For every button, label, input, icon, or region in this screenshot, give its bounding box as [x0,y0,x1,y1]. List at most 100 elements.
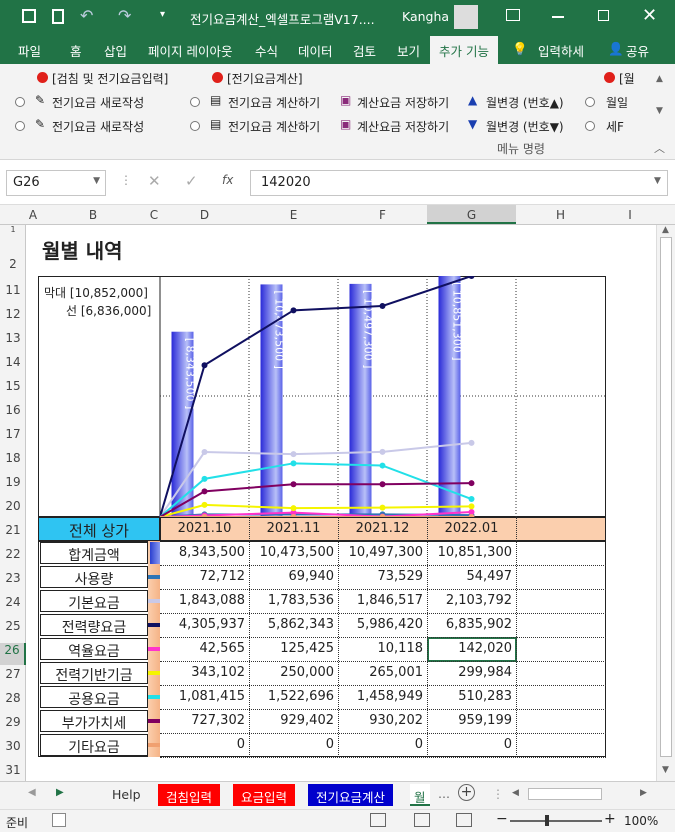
hscroll-left-icon[interactable]: ◀ [512,788,519,798]
column-header[interactable]: C [148,208,160,222]
row-header[interactable]: 26 [0,643,26,665]
scroll-thumb[interactable] [660,237,672,757]
name-box[interactable]: G26 ▼ [6,170,106,196]
avatar[interactable] [454,5,478,29]
add-sheet-icon[interactable]: + [458,784,475,801]
row-header[interactable]: 29 [0,715,26,729]
row-header[interactable]: 16 [0,403,26,417]
table-cell[interactable]: 8,343,500 [160,541,249,565]
option-radio[interactable] [585,97,595,107]
column-header[interactable]: I [605,208,655,222]
table-cell[interactable]: 0 [338,733,427,757]
row-header[interactable]: 11 [0,283,26,297]
option-radio[interactable] [15,97,25,107]
column-header[interactable]: D [160,208,249,222]
table-cell[interactable]: 250,000 [249,661,338,685]
option-radio[interactable] [190,121,200,131]
tell-me-input[interactable]: 입력하세 [538,41,584,60]
row-header[interactable]: 19 [0,475,26,489]
table-cell[interactable]: 343,102 [160,661,249,685]
tab-addins[interactable]: 추가 기능 [430,36,498,64]
month-up-button[interactable]: 월변경 (번호▲) [486,94,564,111]
table-cell[interactable]: 6,835,902 [427,613,516,637]
row-header[interactable]: 17 [0,427,26,441]
table-cell[interactable]: 42,565 [160,637,249,661]
tab-formulas[interactable]: 수식 [255,41,278,60]
column-header[interactable]: F [338,208,427,222]
table-cell[interactable]: 0 [427,733,516,757]
zoom-level[interactable]: 100% [624,814,658,828]
tax-cut-button[interactable]: 세F [606,118,624,135]
macro-icon[interactable] [52,813,66,827]
ribbon-scroll-up-icon[interactable]: ▲ [656,74,663,84]
column-header[interactable]: H [516,208,605,222]
vertical-scrollbar[interactable]: ▲ ▼ [656,225,675,781]
table-cell[interactable]: 54,497 [427,565,516,589]
row-header[interactable]: 25 [0,619,26,633]
row-header[interactable]: 18 [0,451,26,465]
row-header[interactable]: 15 [0,379,26,393]
calc-bill-button[interactable]: 전기요금 계산하기 [228,94,320,111]
share-icon[interactable]: 👤 [608,41,624,57]
collapse-ribbon-icon[interactable]: ︿ [654,140,665,156]
month-down-button[interactable]: 월변경 (번호▼) [486,118,564,135]
column-header[interactable]: E [249,208,338,222]
table-cell[interactable]: 10,118 [338,637,427,661]
undo-icon[interactable]: ↶ [80,6,93,25]
tab-data[interactable]: 데이터 [298,41,333,60]
table-cell[interactable]: 2,103,792 [427,589,516,613]
table-cell[interactable]: 125,425 [249,637,338,661]
save-bill-button-2[interactable]: 계산요금 저장하기 [357,118,449,135]
scroll-up-icon[interactable]: ▲ [662,225,669,235]
row-header[interactable]: 24 [0,595,26,609]
row-header[interactable]: 28 [0,691,26,705]
tab-home[interactable]: 홈 [70,41,82,60]
page-break-view-icon[interactable] [456,813,472,827]
table-cell[interactable]: 959,199 [427,709,516,733]
table-cell[interactable]: 69,940 [249,565,338,589]
worksheet[interactable]: 월별 내역 [ 8,343,500 ][ 10,473,500 ][ 10,49… [26,225,656,781]
month-cut-button[interactable]: 월일 [606,94,628,111]
ribbon-scroll-down-icon[interactable]: ▼ [656,106,663,116]
option-radio[interactable] [15,121,25,131]
new-bill-button[interactable]: 전기요금 새로작성 [52,94,144,111]
new-bill-button-2[interactable]: 전기요금 새로작성 [52,118,144,135]
sheet-tab-calc[interactable]: 전기요금계산 [308,784,394,806]
table-cell[interactable]: 5,862,343 [249,613,338,637]
row-header[interactable]: 21 [0,523,26,537]
row-header[interactable]: 23 [0,571,26,585]
formula-input[interactable]: 142020 [250,170,668,196]
chevron-down-icon[interactable]: ▼ [93,176,100,186]
zoom-slider[interactable] [510,820,602,822]
row-header[interactable]: 27 [0,667,26,681]
table-cell[interactable]: 1,081,415 [160,685,249,709]
minimize-icon[interactable] [552,16,564,18]
table-cell[interactable]: 930,202 [338,709,427,733]
cancel-icon[interactable]: ✕ [148,172,161,190]
lightbulb-icon[interactable]: 💡 [512,41,528,57]
table-cell[interactable]: 4,305,937 [160,613,249,637]
tab-file[interactable]: 파일 [18,41,41,60]
table-cell[interactable]: 0 [160,733,249,757]
option-radio[interactable] [585,121,595,131]
share-button[interactable]: 공유 [626,41,649,60]
table-cell[interactable]: 265,001 [338,661,427,685]
row-header[interactable]: 13 [0,331,26,345]
tab-view[interactable]: 보기 [397,41,420,60]
table-cell[interactable]: 1,783,536 [249,589,338,613]
row-header[interactable]: 14 [0,355,26,369]
table-cell[interactable]: 1,522,696 [249,685,338,709]
table-cell[interactable]: 929,402 [249,709,338,733]
next-sheet-icon[interactable]: ▶ [56,787,64,798]
hscroll-right-icon[interactable]: ▶ [640,788,647,798]
scroll-down-icon[interactable]: ▼ [662,765,669,775]
table-cell[interactable]: 10,473,500 [249,541,338,565]
table-cell[interactable]: 0 [249,733,338,757]
close-icon[interactable]: ✕ [642,5,657,26]
table-cell[interactable]: 5,986,420 [338,613,427,637]
row-header[interactable]: 2 [0,257,26,271]
table-cell[interactable]: 299,984 [427,661,516,685]
table-cell[interactable]: 727,302 [160,709,249,733]
sheet-tab-rate[interactable]: 요금입력 [233,784,296,806]
row-header[interactable]: 30 [0,739,26,753]
